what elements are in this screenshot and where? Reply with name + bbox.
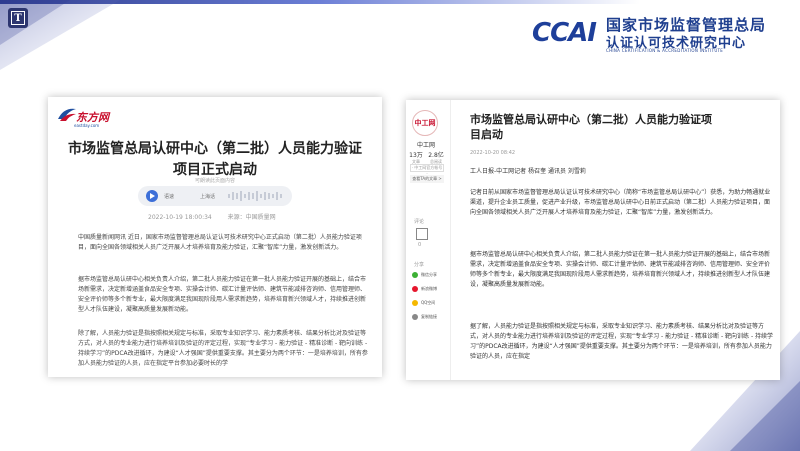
- author-stat-reads: 2.8亿 总阅读: [426, 150, 446, 165]
- right-paragraph-1: 记者日前从国家市场监督管理总局认证认可技术研究中心（简称“市场监管总局认研中心”…: [470, 189, 771, 216]
- badge-letter: T: [11, 11, 25, 25]
- left-article-source: 来源：中国质量网: [227, 214, 276, 221]
- right-title-line2: 目启动: [470, 128, 503, 141]
- avatar[interactable]: 中工网: [412, 110, 438, 136]
- comment-count: 0: [418, 242, 422, 248]
- author-name[interactable]: 中工网: [406, 140, 446, 149]
- left-article-date: 2022-10-19 18:00:34: [148, 214, 212, 221]
- share-weibo-label: 新浪微博: [421, 286, 437, 291]
- right-paragraph-2: 据市场监管总局认研中心相关负责人介绍，第二批人员能力验证在第一批人员能力验证开展…: [470, 251, 771, 288]
- link-icon: [412, 314, 418, 320]
- share-label: 分享: [414, 262, 425, 268]
- logo-en-line: CHINA CERTIFICATION & ACCREDITATION INST…: [606, 48, 724, 53]
- eastday-article-screenshot: 东方网 eastday.com 市场监管总局认研中心（第二批）人员能力验证 项目…: [48, 97, 382, 377]
- share-copy-label: 复制链接: [421, 314, 437, 319]
- slide-badge: T: [8, 8, 28, 28]
- eastday-domain: eastday.com: [74, 123, 100, 128]
- official-account-label: · 中工网官方帐号 ·: [410, 164, 444, 176]
- left-article-title: 市场监管总局认研中心（第二批）人员能力验证 项目正式启动: [48, 139, 382, 181]
- audio-speed-label[interactable]: 语速: [164, 193, 174, 200]
- left-paragraph-1: 中国质量新闻网讯 近日，国家市场监督管理总局认证认可技术研究中心正式启动（第二批…: [78, 234, 362, 251]
- stat-articles-value: 13万: [409, 152, 423, 159]
- share-copy-link[interactable]: 复制链接: [412, 314, 437, 320]
- left-paragraph-3: 除了解，人员能力验证是指按照相关规定与标准，采取专业知识学习、能力素质考核、结果…: [78, 330, 368, 367]
- right-title-line1: 市场监管总局认研中心（第二批）人员能力验证项: [470, 113, 712, 126]
- qzone-icon: [412, 300, 418, 306]
- avatar-text: 中工网: [414, 119, 436, 127]
- sidebar-divider: [450, 100, 451, 380]
- stat-reads-value: 2.8亿: [428, 152, 444, 159]
- eastday-logo-icon: [58, 108, 76, 121]
- right-article-date: 2022-10-20 08:42: [470, 150, 516, 156]
- right-article-source: 工人日报-中工网记者 杨召奎 通讯员 刘雪莉: [470, 168, 586, 175]
- play-icon[interactable]: [146, 190, 158, 202]
- share-weibo[interactable]: 新浪微博: [412, 286, 437, 292]
- ccai-logo: CCAI 国家市场监督管理总局 认证认可技术研究中心 CHINA CERTIFI…: [532, 14, 792, 54]
- audio-label: 可朗读此页面内容: [194, 178, 235, 184]
- left-title-line1: 市场监管总局认研中心（第二批）人员能力验证: [68, 141, 362, 157]
- audio-wave-icon: [228, 191, 282, 201]
- left-article-meta: 2022-10-19 18:00:34 来源：中国质量网: [148, 212, 290, 221]
- left-paragraph-2: 据市场监管总局认研中心相关负责人介绍，第二批人员能力验证在第一批人员能力验证开展…: [78, 276, 367, 313]
- right-paragraph-3: 据了解，人员能力验证是指按照相关规定与标准，采取专业知识学习、能力素质考核、结果…: [470, 323, 774, 360]
- audio-dialect-label[interactable]: 上海话: [200, 193, 215, 200]
- comment-icon[interactable]: [416, 228, 428, 240]
- right-article-title: 市场监管总局认研中心（第二批）人员能力验证项 目启动: [470, 112, 770, 142]
- wechat-icon: [412, 272, 418, 278]
- author-stat-articles: 13万 文章: [406, 150, 426, 165]
- share-qzone-label: QQ空间: [421, 300, 436, 305]
- share-wechat[interactable]: 微信分享: [412, 272, 437, 278]
- top-gradient-band: [0, 0, 800, 4]
- eastday-logo: 东方网 eastday.com: [56, 103, 116, 131]
- author-sidebar: 中工网 中工网 13万 文章 2.8亿 总阅读 · 中工网官方帐号 · 查看TA…: [406, 100, 456, 380]
- share-qzone[interactable]: QQ空间: [412, 300, 435, 306]
- share-wechat-label: 微信分享: [421, 272, 437, 277]
- weibo-icon: [412, 286, 418, 292]
- workercn-article-screenshot: 中工网 中工网 13万 文章 2.8亿 总阅读 · 中工网官方帐号 · 查看TA…: [406, 100, 780, 380]
- comment-label: 评论: [414, 219, 425, 225]
- logo-mark: CCAI: [532, 18, 597, 48]
- view-articles-button[interactable]: 查看TA的文章 >: [410, 175, 444, 183]
